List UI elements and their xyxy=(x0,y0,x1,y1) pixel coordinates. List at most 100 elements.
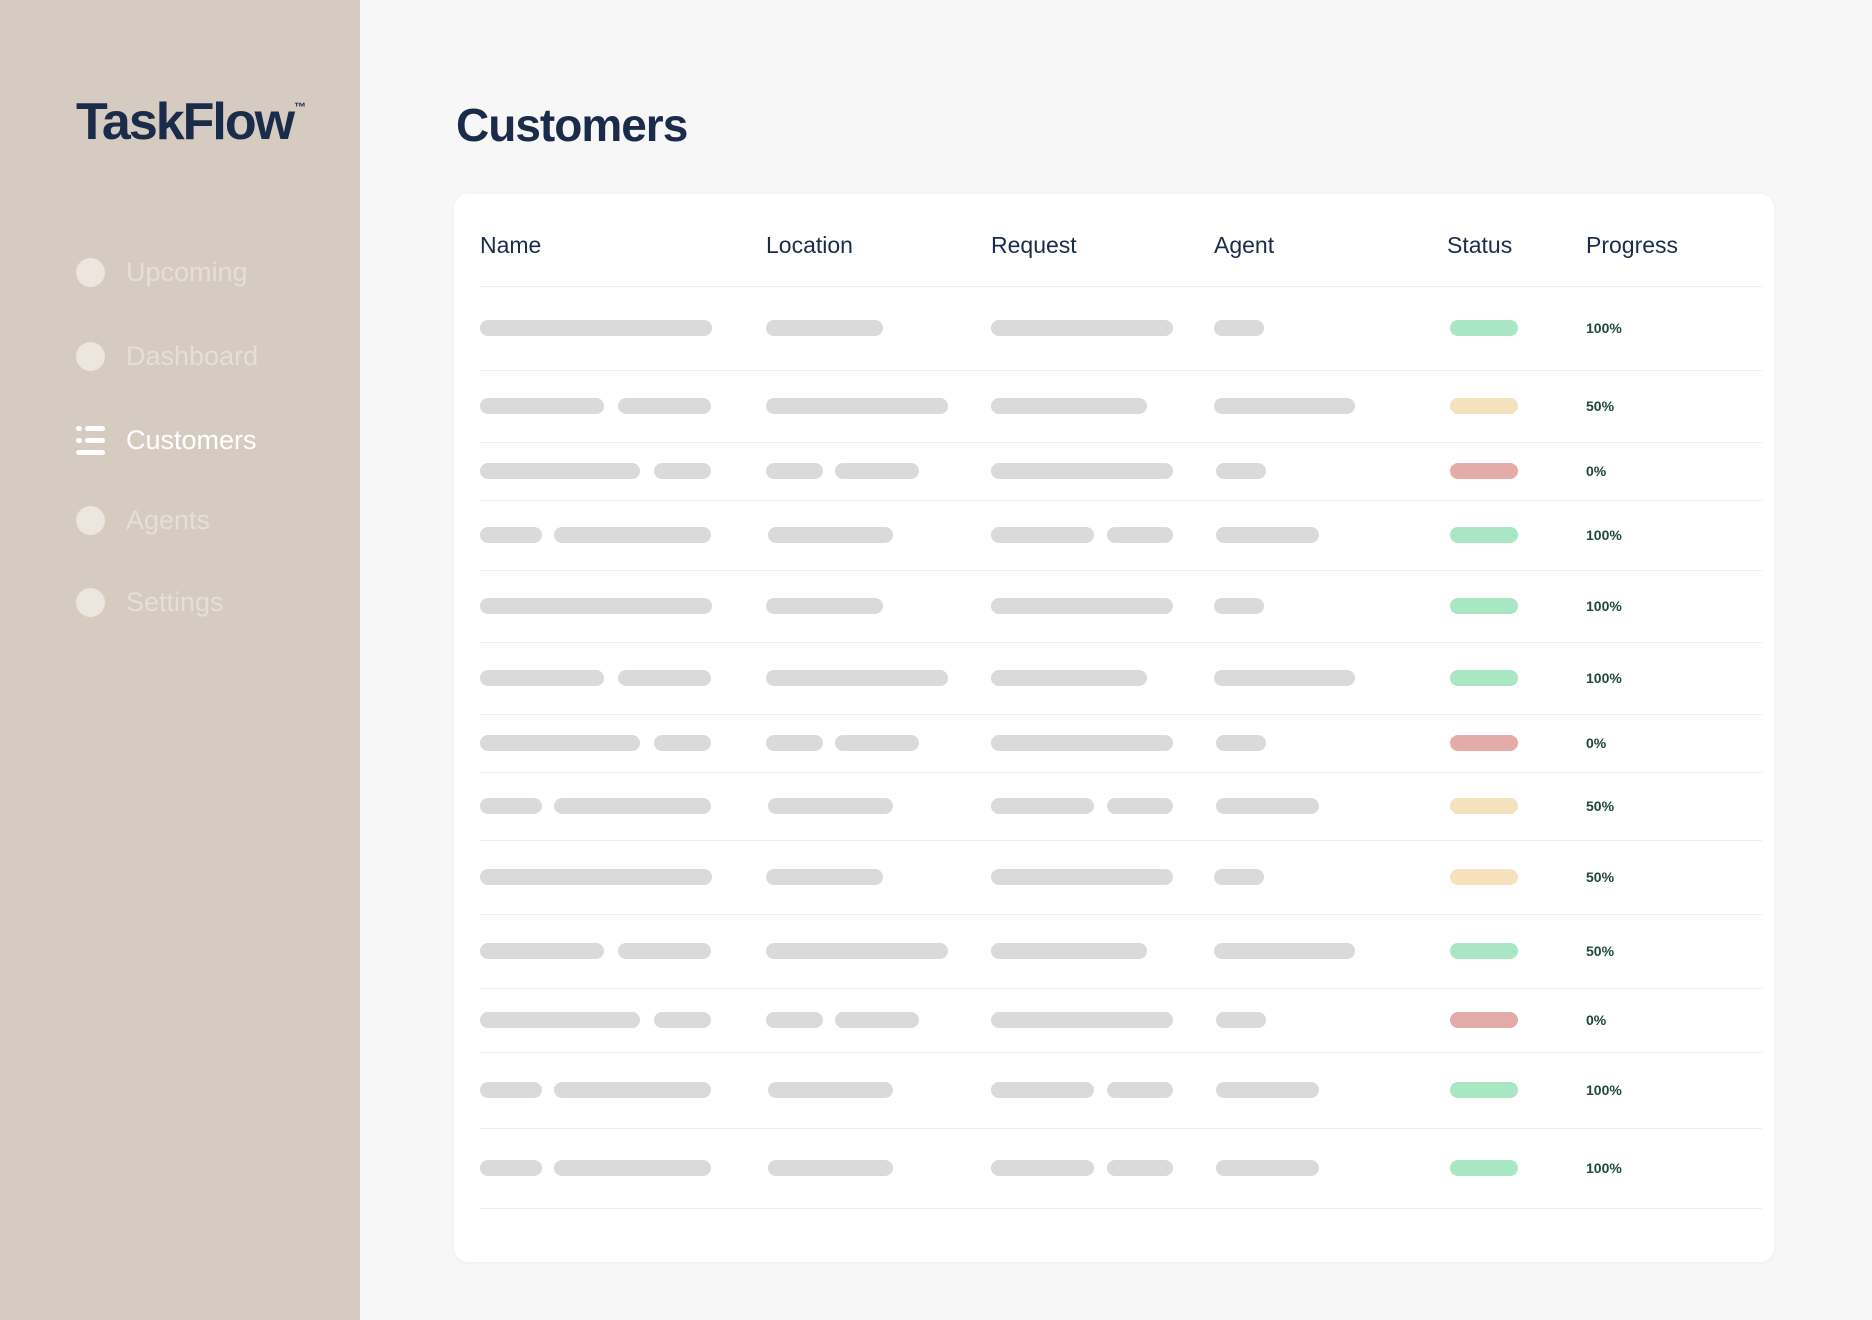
placeholder-bar xyxy=(618,670,711,686)
progress-value: 100% xyxy=(1586,527,1622,543)
page-title: Customers xyxy=(456,99,688,151)
table-row[interactable]: 100% xyxy=(480,286,1762,371)
progress-value: 100% xyxy=(1586,598,1622,614)
logo-text: TaskFlow xyxy=(76,93,295,151)
progress-value: 0% xyxy=(1586,735,1607,751)
placeholder-bar xyxy=(654,735,711,751)
placeholder-bar xyxy=(768,798,893,814)
placeholder-bar xyxy=(1216,527,1319,543)
placeholder-bar xyxy=(1214,670,1355,686)
placeholder-bar xyxy=(618,398,711,414)
sidebar-item-label: Dashboard xyxy=(126,340,259,371)
table-row[interactable]: 100% xyxy=(480,1052,1762,1129)
table-row[interactable]: 0% xyxy=(480,442,1762,501)
placeholder-bar xyxy=(480,598,712,614)
placeholder-bar xyxy=(554,1160,711,1176)
table-row[interactable]: 0% xyxy=(480,714,1762,773)
placeholder-bar xyxy=(480,1012,640,1028)
column-header-request[interactable]: Request xyxy=(991,234,1077,257)
status-badge xyxy=(1450,320,1518,336)
placeholder-bar xyxy=(768,527,893,543)
column-header-agent[interactable]: Agent xyxy=(1214,234,1274,257)
placeholder-bar xyxy=(991,320,1173,336)
placeholder-bar xyxy=(991,735,1173,751)
progress-value: 50% xyxy=(1586,798,1615,814)
placeholder-bar xyxy=(554,527,711,543)
table-row[interactable]: 50% xyxy=(480,914,1762,989)
placeholder-bar xyxy=(991,1160,1094,1176)
sidebar: TaskFlow™ Upcoming Dashboard Customers Agen… xyxy=(0,0,360,1320)
sidebar-item-upcoming[interactable]: Upcoming xyxy=(76,252,316,292)
circle-icon xyxy=(76,587,105,617)
sidebar-item-label: Upcoming xyxy=(126,256,248,287)
column-header-progress[interactable]: Progress xyxy=(1586,234,1678,257)
placeholder-bar xyxy=(480,869,712,885)
placeholder-bar xyxy=(991,463,1173,479)
status-badge xyxy=(1450,943,1518,959)
status-badge xyxy=(1450,1160,1518,1176)
placeholder-bar xyxy=(835,1012,919,1028)
placeholder-bar xyxy=(766,463,823,479)
sidebar-item-settings[interactable]: Settings xyxy=(76,582,316,622)
column-header-location[interactable]: Location xyxy=(766,234,853,257)
placeholder-bar xyxy=(1214,320,1264,336)
sidebar-item-label: Settings xyxy=(126,586,224,617)
placeholder-bar xyxy=(1107,798,1173,814)
placeholder-bar xyxy=(991,598,1173,614)
progress-value: 100% xyxy=(1586,1082,1622,1098)
status-badge xyxy=(1450,670,1518,686)
column-header-name[interactable]: Name xyxy=(480,234,541,257)
placeholder-bar xyxy=(1216,1160,1319,1176)
placeholder-bar xyxy=(991,869,1173,885)
table-header: Name Location Request Agent Status Progress xyxy=(480,234,1762,287)
progress-value: 100% xyxy=(1586,670,1622,686)
placeholder-bar xyxy=(835,735,919,751)
table-row[interactable]: 100% xyxy=(480,500,1762,571)
placeholder-bar xyxy=(766,869,883,885)
sidebar-item-agents[interactable]: Agents xyxy=(76,500,316,540)
status-badge xyxy=(1450,798,1518,814)
progress-value: 50% xyxy=(1586,943,1615,959)
sidebar-item-dashboard[interactable]: Dashboard xyxy=(76,336,316,376)
placeholder-bar xyxy=(766,1012,823,1028)
placeholder-bar xyxy=(991,1082,1094,1098)
sidebar-item-label: Customers xyxy=(126,424,257,455)
placeholder-bar xyxy=(991,670,1147,686)
status-badge xyxy=(1450,463,1518,479)
table-row[interactable]: 100% xyxy=(480,570,1762,643)
placeholder-bar xyxy=(766,320,883,336)
placeholder-bar xyxy=(1216,1082,1319,1098)
placeholder-bar xyxy=(991,1012,1173,1028)
placeholder-bar xyxy=(1214,598,1264,614)
placeholder-bar xyxy=(766,398,948,414)
placeholder-bar xyxy=(768,1082,893,1098)
customers-table-card: Name Location Request Agent Status Progress 1… xyxy=(454,194,1774,1262)
placeholder-bar xyxy=(554,1082,711,1098)
column-header-status[interactable]: Status xyxy=(1447,234,1512,257)
placeholder-bar xyxy=(1214,943,1355,959)
table-row[interactable]: 50% xyxy=(480,772,1762,841)
table-row[interactable]: 100% xyxy=(480,642,1762,715)
placeholder-bar xyxy=(1216,735,1266,751)
placeholder-bar xyxy=(480,735,640,751)
progress-value: 0% xyxy=(1586,1012,1607,1028)
placeholder-bar xyxy=(766,943,948,959)
placeholder-bar xyxy=(766,598,883,614)
table-row[interactable]: 0% xyxy=(480,988,1762,1053)
table-row[interactable]: 100% xyxy=(480,1128,1762,1209)
main-content: Customers Name Location Request Agent Status… xyxy=(360,0,1872,1320)
circle-icon xyxy=(76,257,105,287)
placeholder-bar xyxy=(991,527,1094,543)
placeholder-bar xyxy=(480,463,640,479)
placeholder-bar xyxy=(1216,798,1319,814)
sidebar-item-label: Agents xyxy=(126,504,211,535)
circle-icon xyxy=(76,341,105,371)
table-row[interactable]: 50% xyxy=(480,370,1762,443)
placeholder-bar xyxy=(554,798,711,814)
table-row[interactable]: 50% xyxy=(480,840,1762,915)
placeholder-bar xyxy=(480,398,604,414)
placeholder-bar xyxy=(835,463,919,479)
progress-value: 50% xyxy=(1586,398,1615,414)
logo: TaskFlow™ xyxy=(76,92,306,152)
sidebar-item-customers[interactable]: Customers xyxy=(76,420,316,460)
